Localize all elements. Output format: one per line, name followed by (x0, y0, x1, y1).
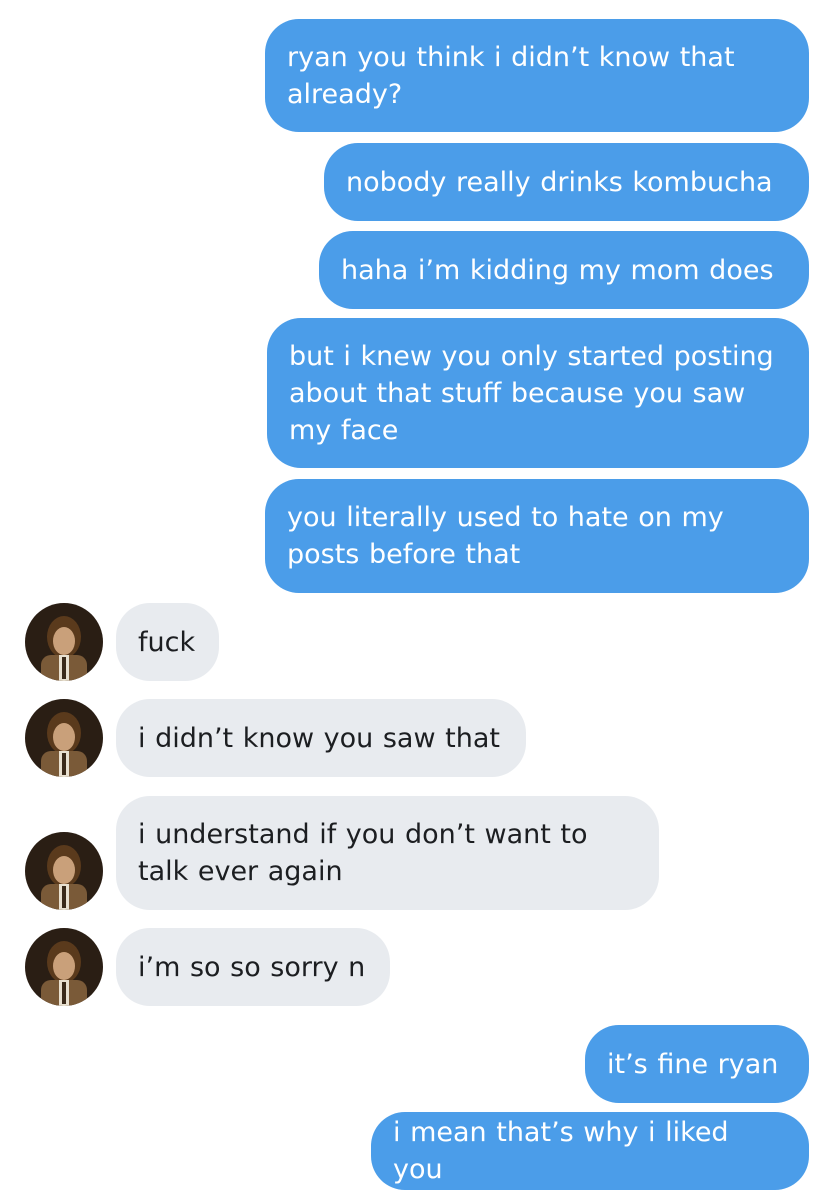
sent-message[interactable]: you literally used to hate on my posts b… (265, 479, 809, 593)
contact-avatar-photo (25, 603, 103, 681)
sent-message[interactable]: i mean that’s why i liked you (371, 1112, 809, 1190)
contact-avatar-photo (25, 699, 103, 777)
sent-message[interactable]: ryan you think i didn’t know that alread… (265, 19, 809, 132)
received-message[interactable]: fuck (116, 603, 219, 681)
contact-avatar-photo (25, 832, 103, 910)
received-message[interactable]: i’m so so sorry n (116, 928, 390, 1006)
contact-avatar[interactable] (25, 928, 103, 1006)
contact-avatar[interactable] (25, 603, 103, 681)
sent-message[interactable]: it’s fine ryan (585, 1025, 809, 1103)
contact-avatar[interactable] (25, 832, 103, 910)
sent-message[interactable]: haha i’m kidding my mom does (319, 231, 809, 309)
received-message[interactable]: i didn’t know you saw that (116, 699, 526, 777)
received-message[interactable]: i understand if you don’t want to talk e… (116, 796, 659, 910)
sent-message[interactable]: but i knew you only started posting abou… (267, 318, 809, 468)
contact-avatar-photo (25, 928, 103, 1006)
sent-message[interactable]: nobody really drinks kombucha (324, 143, 809, 221)
contact-avatar[interactable] (25, 699, 103, 777)
